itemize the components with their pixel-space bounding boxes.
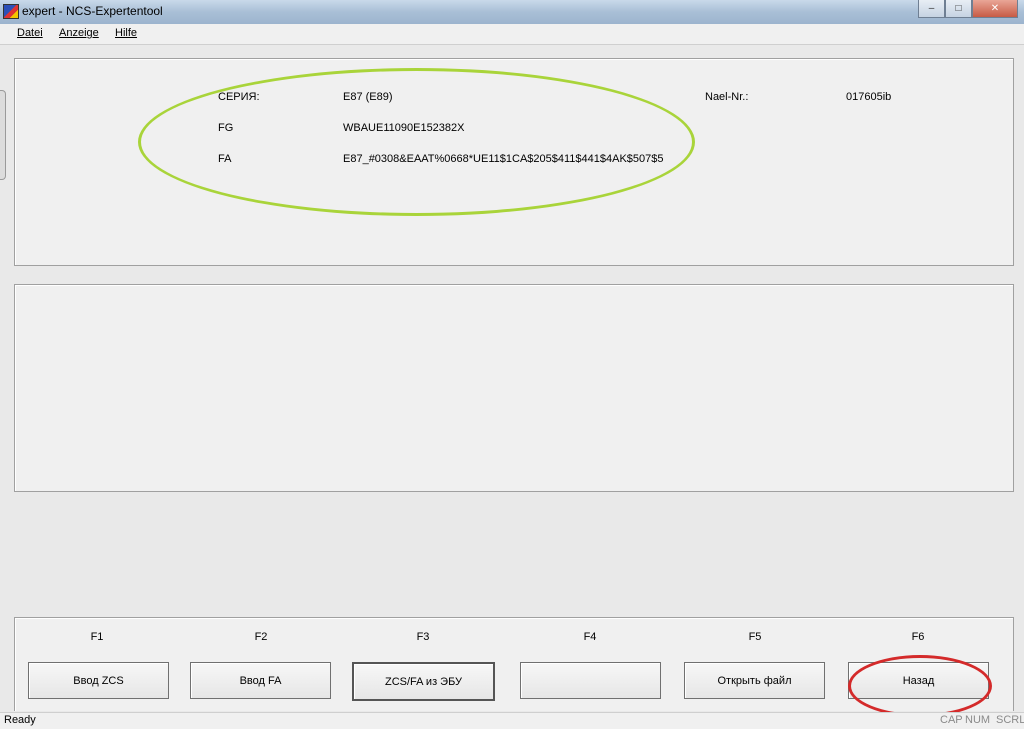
- menu-hilfe[interactable]: Hilfe: [115, 27, 137, 39]
- fa-label: FA: [218, 153, 232, 165]
- enter-fa-button[interactable]: Ввод FA: [190, 662, 331, 699]
- fg-label: FG: [218, 122, 234, 134]
- minimize-icon: –: [928, 3, 935, 14]
- scrl-indicator: SCRL: [996, 714, 1024, 726]
- fa-value: E87_#0308&EAAT%0668*UE11$1CA$205$411$441…: [343, 153, 664, 165]
- window-controls: – □ ✕: [918, 0, 1018, 18]
- open-file-button[interactable]: Открыть файл: [684, 662, 825, 699]
- cap-indicator: CAP: [940, 714, 963, 726]
- zcs-fa-from-ecu-button[interactable]: ZCS/FA из ЭБУ: [352, 662, 495, 701]
- f5-label: F5: [748, 631, 762, 643]
- series-value: E87 (E89): [343, 91, 393, 103]
- nael-label: Nael-Nr.:: [705, 91, 749, 103]
- f6-label: F6: [911, 631, 925, 643]
- close-button[interactable]: ✕: [972, 0, 1018, 18]
- maximize-icon: □: [955, 3, 962, 14]
- series-label: СЕРИЯ:: [218, 91, 260, 103]
- f2-label: F2: [254, 631, 268, 643]
- menu-bar: Datei Anzeige Hilfe: [0, 24, 1024, 45]
- nael-value: 017605ib: [846, 91, 892, 103]
- close-icon: ✕: [990, 3, 1000, 14]
- back-button[interactable]: Назад: [848, 662, 989, 699]
- f1-label: F1: [90, 631, 104, 643]
- result-panel: [14, 284, 1014, 492]
- f4-label: F4: [583, 631, 597, 643]
- title-bar: expert - NCS-Expertentool – □ ✕: [0, 0, 1024, 25]
- status-bar: Ready CAP NUM SCRL: [0, 712, 1024, 729]
- app-flag-icon[interactable]: [3, 4, 19, 19]
- vehicle-info-panel: СЕРИЯ: E87 (E89) FG WBAUE11090E152382X F…: [14, 58, 1014, 266]
- status-text: Ready: [4, 714, 36, 726]
- menu-datei[interactable]: Datei: [17, 27, 43, 39]
- num-indicator: NUM: [965, 714, 991, 726]
- minimize-button[interactable]: –: [918, 0, 945, 18]
- maximize-button[interactable]: □: [945, 0, 972, 18]
- fg-value: WBAUE11090E152382X: [343, 122, 465, 134]
- enter-zcs-button[interactable]: Ввод ZCS: [28, 662, 169, 699]
- f4-button[interactable]: [520, 662, 661, 699]
- window-title: expert - NCS-Expertentool: [22, 4, 163, 18]
- f3-label: F3: [416, 631, 430, 643]
- side-handle: [0, 90, 6, 180]
- menu-anzeige[interactable]: Anzeige: [59, 27, 99, 39]
